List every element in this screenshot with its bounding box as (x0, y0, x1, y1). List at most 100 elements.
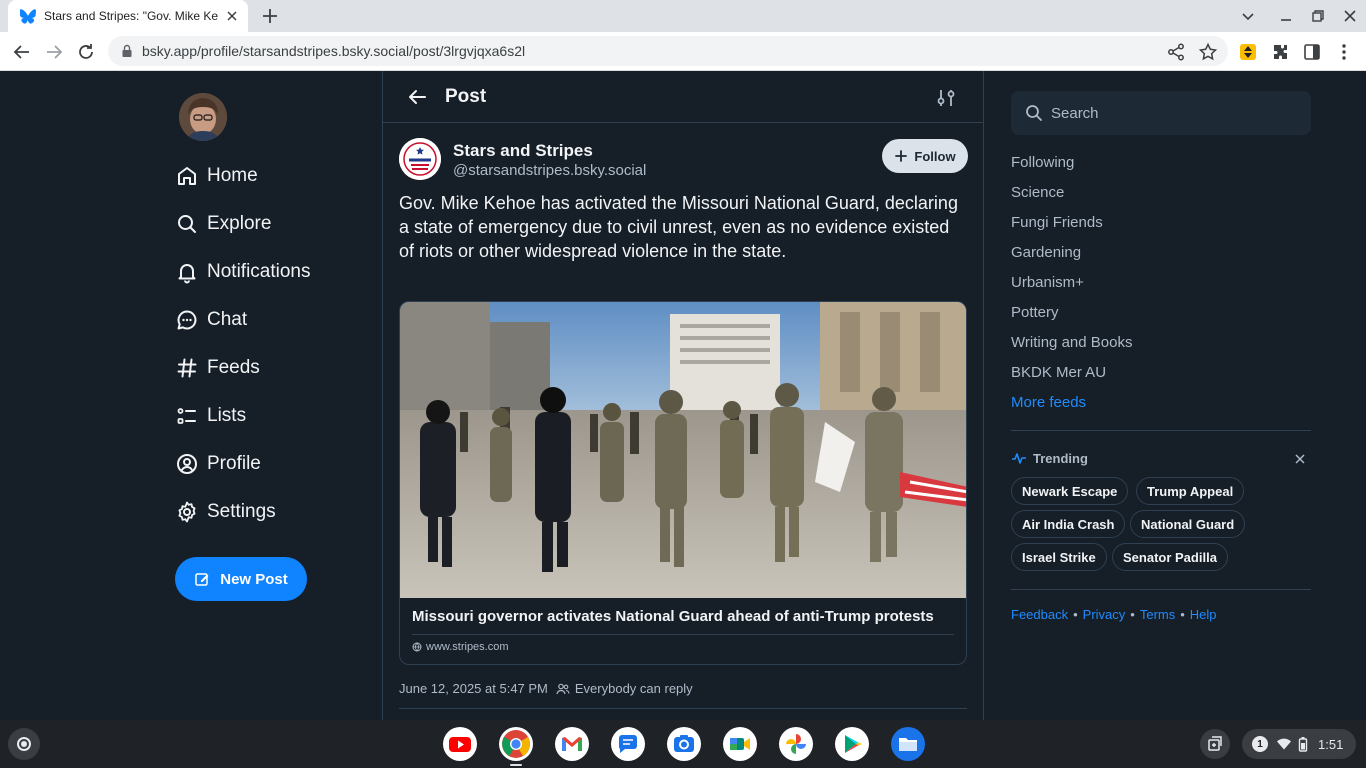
more-vertical-icon[interactable] (1334, 42, 1354, 62)
new-tab-plus-icon[interactable] (260, 6, 280, 26)
bluesky-butterfly-icon (20, 9, 36, 24)
nav-chat[interactable]: Chat (175, 304, 247, 336)
user-avatar[interactable] (179, 93, 227, 141)
chat-bubble-icon (177, 310, 197, 330)
nav-feeds-label: Feeds (207, 357, 260, 378)
minimize-icon[interactable] (1278, 8, 1294, 24)
search-input[interactable] (1051, 104, 1291, 122)
holding-space-icon (1208, 736, 1222, 751)
url-text: bsky.app/profile/starsandstripes.bsky.so… (142, 43, 526, 59)
trending-topic[interactable]: Trump Appeal (1136, 477, 1245, 505)
feed-link[interactable]: Gardening (1011, 244, 1081, 261)
gmail-icon (555, 727, 589, 761)
follow-button[interactable]: Follow (882, 139, 968, 173)
feed-link[interactable]: Following (1011, 154, 1074, 171)
extensions-puzzle-icon[interactable] (1270, 42, 1290, 62)
battery-icon (1298, 737, 1308, 752)
restore-icon[interactable] (1310, 8, 1326, 24)
feed-link[interactable]: Urbanism+ (1011, 274, 1084, 291)
meet-icon (723, 727, 757, 761)
nav-explore[interactable]: Explore (175, 208, 271, 240)
wifi-icon (1277, 738, 1291, 750)
side-panel-icon[interactable] (1302, 42, 1322, 62)
trending-topic[interactable]: Newark Escape (1011, 477, 1129, 505)
holding-space-button[interactable] (1200, 729, 1230, 759)
meta-divider (399, 708, 967, 709)
lock-icon[interactable] (120, 44, 134, 58)
extension-badge-icon[interactable] (1238, 42, 1258, 62)
hashtag-icon (177, 358, 197, 378)
window-close-icon[interactable] (1342, 8, 1358, 24)
os-shelf: 1 1:51 (0, 720, 1366, 768)
trending-label: Trending (1033, 450, 1088, 466)
gear-icon (178, 501, 196, 523)
browser-tab[interactable]: Stars and Stripes: "Gov. Mike Kehoe has … (8, 0, 248, 32)
trending-topic[interactable]: Israel Strike (1011, 543, 1107, 571)
more-feeds-link[interactable]: More feeds (1011, 394, 1086, 411)
new-post-button[interactable]: New Post (175, 557, 307, 601)
link-card-title: Missouri governor activates National Gua… (412, 608, 934, 625)
thread-header: Post (383, 71, 983, 123)
bookmark-star-icon[interactable] (1198, 42, 1218, 62)
nav-notifications[interactable]: Notifications (175, 256, 311, 288)
nav-home-label: Home (207, 165, 258, 186)
status-area[interactable]: 1 1:51 (1242, 729, 1356, 759)
chrome-app[interactable] (499, 727, 533, 761)
forward-arrow-icon[interactable] (44, 42, 64, 62)
feedback-link[interactable]: Feedback (1011, 607, 1068, 622)
nav-lists[interactable]: Lists (175, 400, 246, 432)
search-box[interactable] (1011, 91, 1311, 135)
camera-app[interactable] (667, 727, 701, 761)
notification-count-badge: 1 (1252, 736, 1268, 752)
close-icon[interactable] (1293, 452, 1307, 466)
reload-icon[interactable] (76, 42, 96, 62)
reply-setting-text: Everybody can reply (574, 681, 693, 696)
photos-app[interactable] (779, 727, 813, 761)
play-store-icon (835, 727, 869, 761)
feed-link[interactable]: Fungi Friends (1011, 214, 1103, 231)
nav-profile[interactable]: Profile (175, 448, 261, 480)
close-icon[interactable] (224, 8, 240, 24)
author-name[interactable]: Stars and Stripes (453, 141, 593, 161)
terms-link[interactable]: Terms (1140, 607, 1175, 622)
nav-explore-label: Explore (207, 213, 272, 234)
nav-settings[interactable]: Settings (175, 496, 276, 528)
folder-icon (891, 727, 925, 761)
gmail-app[interactable] (555, 727, 589, 761)
files-app[interactable] (891, 727, 925, 761)
list-icon (177, 408, 196, 424)
trending-topic[interactable]: Senator Padilla (1112, 543, 1228, 571)
feed-link[interactable]: Science (1011, 184, 1064, 201)
link-card[interactable]: Missouri governor activates National Gua… (399, 301, 967, 665)
tab-search-chevron-icon[interactable] (1240, 8, 1256, 24)
trending-topic[interactable]: Air India Crash (1011, 510, 1126, 538)
post-thread-column: Post Stars and Stripes @starsandstripes.… (382, 71, 984, 720)
feed-link[interactable]: Pottery (1011, 304, 1059, 321)
author-handle[interactable]: @starsandstripes.bsky.social (453, 162, 646, 179)
post-timestamp[interactable]: June 12, 2025 at 5:47 PM (399, 681, 548, 696)
feed-link[interactable]: BKDK Mer AU (1011, 364, 1106, 381)
feed-link[interactable]: Writing and Books (1011, 334, 1132, 351)
author-avatar[interactable] (399, 138, 441, 180)
help-link[interactable]: Help (1190, 607, 1217, 622)
messages-icon (611, 727, 645, 761)
sliders-icon[interactable] (935, 87, 957, 109)
nav-feeds[interactable]: Feeds (175, 352, 260, 384)
trending-topic[interactable]: National Guard (1130, 510, 1246, 538)
page-title: Post (445, 86, 487, 107)
search-icon (1026, 105, 1042, 121)
youtube-app[interactable] (443, 727, 477, 761)
messages-app[interactable] (611, 727, 645, 761)
youtube-icon (443, 727, 477, 761)
address-bar[interactable]: bsky.app/profile/starsandstripes.bsky.so… (108, 36, 1228, 66)
nav-home[interactable]: Home (175, 160, 258, 192)
chrome-running-indicator (510, 764, 522, 766)
meet-app[interactable] (723, 727, 757, 761)
privacy-link[interactable]: Privacy (1083, 607, 1126, 622)
launcher-button[interactable] (8, 728, 40, 760)
back-arrow-icon[interactable] (405, 85, 429, 109)
play-store-app[interactable] (835, 727, 869, 761)
share-icon[interactable] (1166, 42, 1186, 62)
post-meta: June 12, 2025 at 5:47 PM Everybody can r… (399, 681, 693, 696)
back-arrow-icon[interactable] (12, 42, 32, 62)
